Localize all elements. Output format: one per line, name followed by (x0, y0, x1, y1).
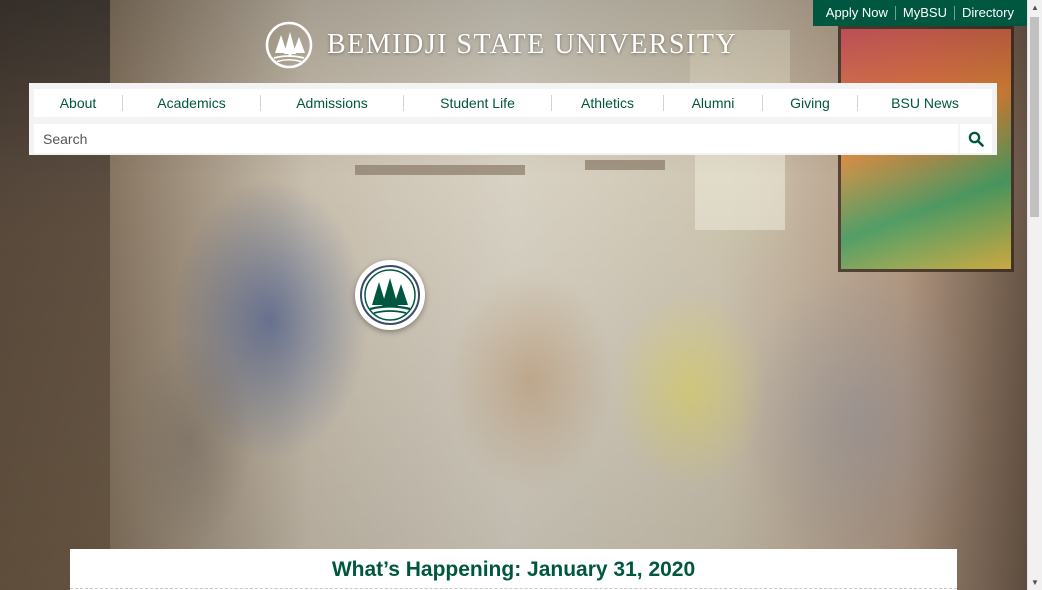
search-form (29, 122, 997, 155)
scroll-up-arrow-icon[interactable]: ▲ (1028, 0, 1042, 15)
page-scrollbar[interactable]: ▲ ▼ (1027, 0, 1042, 590)
utility-nav: Apply Now MyBSU Directory (812, 0, 1027, 26)
whats-happening-panel: What’s Happening: January 31, 2020 (70, 549, 957, 590)
search-icon (968, 131, 984, 147)
main-nav: About Academics Admissions Student Life … (29, 83, 997, 122)
nav-item-about[interactable]: About (34, 95, 122, 111)
nav-item-academics[interactable]: Academics (122, 95, 260, 111)
search-button[interactable] (960, 124, 992, 153)
directory-link[interactable]: Directory (953, 6, 1021, 20)
university-name: BEMIDJI STATE UNIVERSITY (327, 29, 738, 60)
apply-now-link[interactable]: Apply Now (819, 6, 895, 20)
nav-item-giving[interactable]: Giving (762, 95, 857, 111)
hero-emblem[interactable] (355, 260, 425, 330)
pine-trees-emblem-icon (360, 265, 420, 325)
whats-happening-heading: What’s Happening: January 31, 2020 (331, 558, 696, 581)
scrollbar-thumb[interactable] (1030, 17, 1039, 217)
nav-item-athletics[interactable]: Athletics (551, 95, 663, 111)
nav-item-student-life[interactable]: Student Life (403, 95, 551, 111)
nav-item-alumni[interactable]: Alumni (663, 95, 762, 111)
site-logo[interactable]: BEMIDJI STATE UNIVERSITY (265, 20, 737, 70)
nav-item-bsu-news[interactable]: BSU News (857, 95, 992, 111)
divider (70, 588, 957, 589)
mybsu-link[interactable]: MyBSU (894, 6, 954, 20)
search-input[interactable] (34, 124, 958, 153)
scroll-down-arrow-icon[interactable]: ▼ (1028, 575, 1042, 590)
pine-trees-seal-icon (265, 21, 313, 69)
nav-item-admissions[interactable]: Admissions (260, 95, 403, 111)
